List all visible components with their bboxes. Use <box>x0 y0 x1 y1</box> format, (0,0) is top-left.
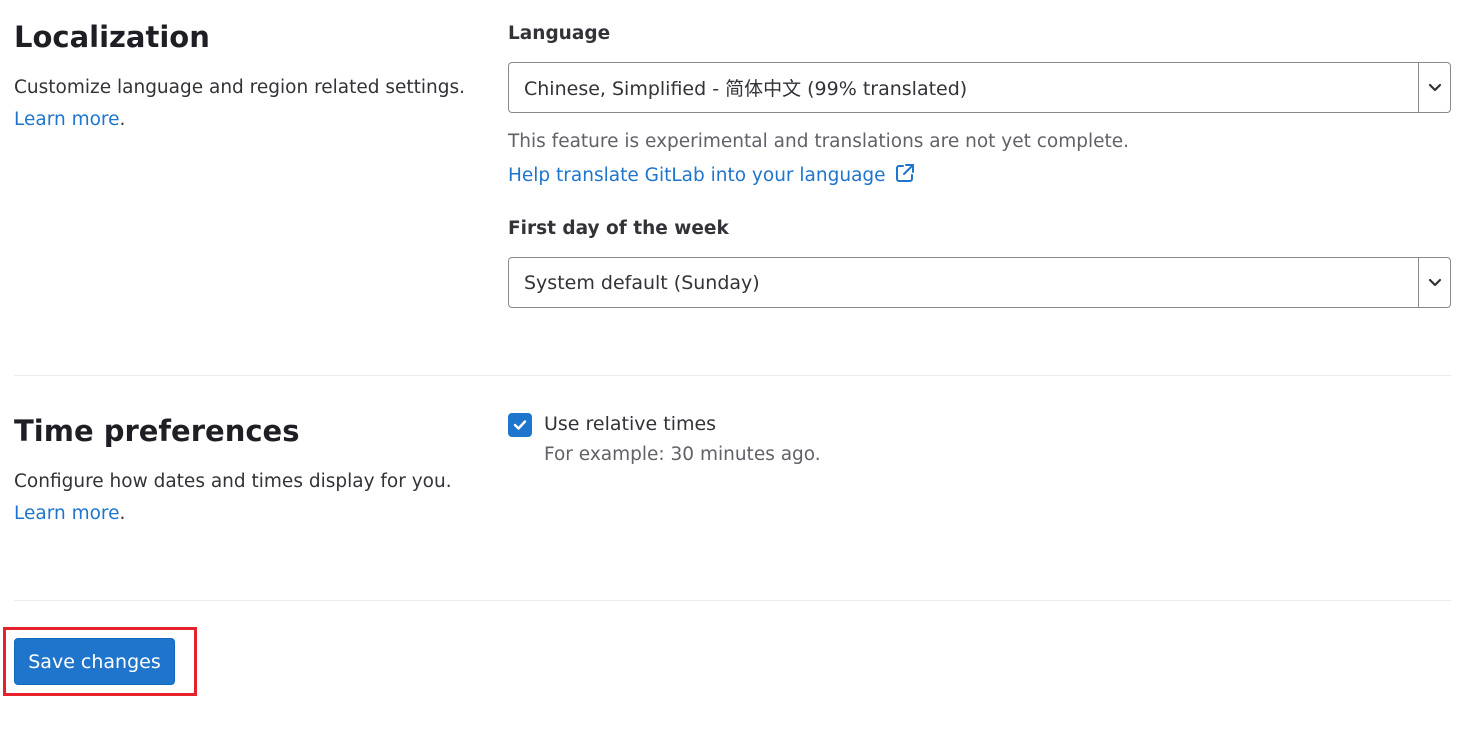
chevron-down-icon <box>1418 63 1450 112</box>
help-translate-link-wrapper[interactable]: Help translate GitLab into your language <box>508 162 916 189</box>
checkmark-icon <box>513 420 527 430</box>
relative-times-label[interactable]: Use relative times <box>544 413 716 435</box>
first-day-select[interactable]: System default (Sunday) <box>508 257 1451 308</box>
localization-title: Localization <box>14 20 210 54</box>
time-preferences-learn-more-link[interactable]: Learn more <box>14 503 120 524</box>
save-changes-button[interactable]: Save changes <box>14 638 175 685</box>
localization-learn-more-period: . <box>119 109 126 130</box>
first-day-select-value: System default (Sunday) <box>524 271 760 294</box>
relative-times-checkbox[interactable] <box>508 413 532 437</box>
relative-times-help-text: For example: 30 minutes ago. <box>544 444 821 465</box>
language-select[interactable]: Chinese, Simplified - 简体中文 (99% translat… <box>508 62 1451 113</box>
chevron-down-icon <box>1418 258 1450 307</box>
external-link-icon <box>894 162 916 189</box>
language-help-text: This feature is experimental and transla… <box>508 131 1130 152</box>
localization-description: Customize language and region related se… <box>14 72 484 136</box>
localization-description-text: Customize language and region related se… <box>14 77 466 98</box>
time-preferences-learn-more-period: . <box>119 503 126 524</box>
language-select-value: Chinese, Simplified - 简体中文 (99% translat… <box>524 78 968 100</box>
language-label: Language <box>508 23 611 44</box>
time-preferences-title: Time preferences <box>14 414 300 448</box>
time-preferences-description: Configure how dates and times display fo… <box>14 466 484 530</box>
time-preferences-description-text: Configure how dates and times display fo… <box>14 471 452 492</box>
help-translate-link[interactable]: Help translate GitLab into your language <box>508 165 886 186</box>
first-day-label: First day of the week <box>508 218 729 239</box>
section-divider <box>14 600 1451 601</box>
localization-learn-more-link[interactable]: Learn more <box>14 109 120 130</box>
section-divider <box>14 375 1451 376</box>
